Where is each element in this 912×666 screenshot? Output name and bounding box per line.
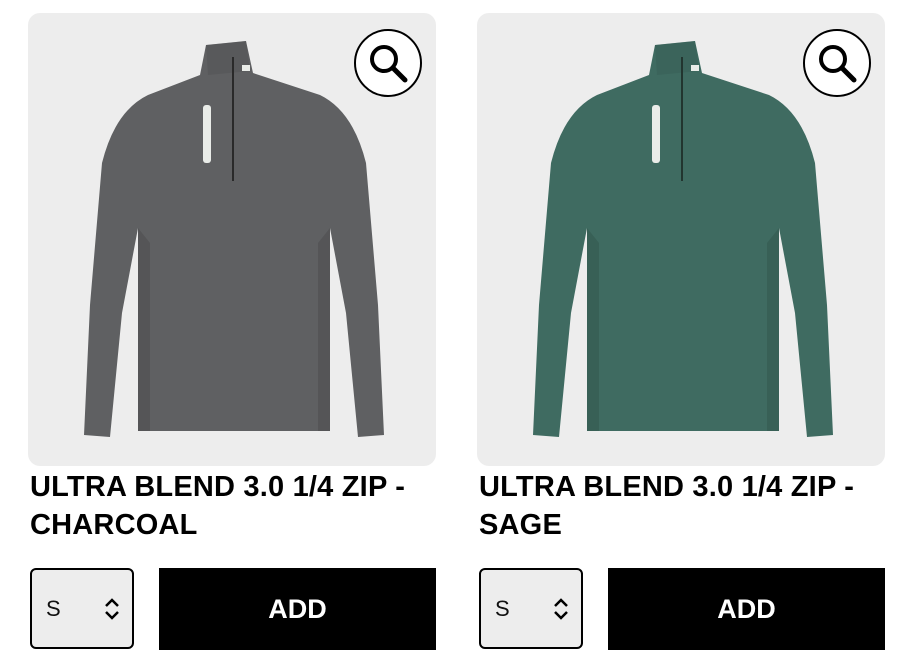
chevron-up-down-icon bbox=[105, 597, 119, 620]
chevron-up-down-icon bbox=[554, 597, 568, 620]
magnifier-icon bbox=[819, 45, 857, 83]
product-card: ULTRA BLEND 3.0 1/4 ZIP - CHARCOAL S ADD bbox=[28, 0, 436, 666]
size-select[interactable]: S bbox=[30, 568, 134, 649]
magnifier-icon bbox=[370, 45, 408, 83]
product-title-line2: SAGE bbox=[479, 509, 562, 541]
product-image[interactable] bbox=[28, 13, 436, 466]
add-to-cart-button[interactable]: ADD bbox=[608, 568, 885, 650]
product-image[interactable] bbox=[477, 13, 885, 466]
product-title-line2: CHARCOAL bbox=[30, 509, 198, 541]
size-select[interactable]: S bbox=[479, 568, 583, 649]
product-card: ULTRA BLEND 3.0 1/4 ZIP - SAGE S ADD bbox=[477, 0, 885, 666]
product-title-line1: ULTRA BLEND 3.0 1/4 ZIP - bbox=[479, 471, 855, 503]
product-title[interactable]: ULTRA BLEND 3.0 1/4 ZIP - CHARCOAL bbox=[30, 468, 436, 544]
zoom-button[interactable] bbox=[354, 29, 422, 97]
product-title-line1: ULTRA BLEND 3.0 1/4 ZIP - bbox=[30, 471, 406, 503]
zoom-button[interactable] bbox=[803, 29, 871, 97]
add-to-cart-button[interactable]: ADD bbox=[159, 568, 436, 650]
size-value: S bbox=[495, 595, 510, 621]
size-value: S bbox=[46, 595, 61, 621]
product-title[interactable]: ULTRA BLEND 3.0 1/4 ZIP - SAGE bbox=[479, 468, 885, 544]
